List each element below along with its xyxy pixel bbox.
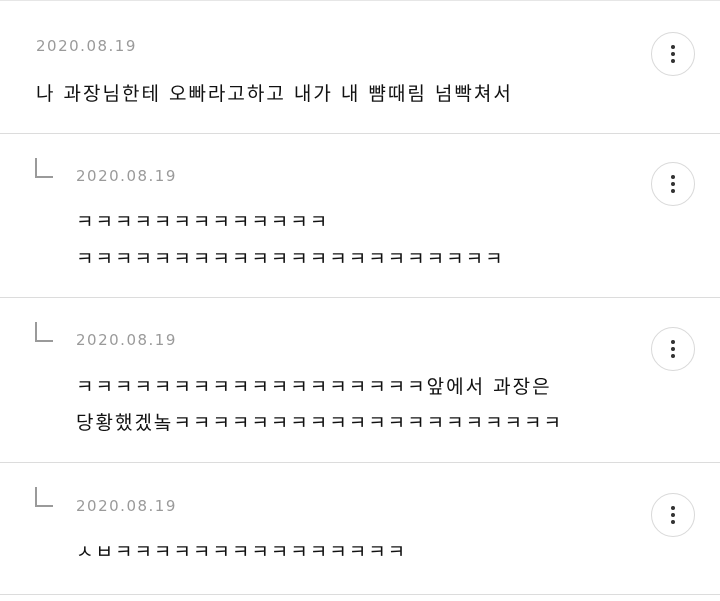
- more-options-button[interactable]: [651, 493, 695, 537]
- more-options-button[interactable]: [651, 162, 695, 206]
- reply-item: 2020.08.19 ㅅㅂㅋㅋㅋㅋㅋㅋㅋㅋㅋㅋㅋㅋㅋㅋㅋ: [0, 463, 720, 595]
- comment-text-line: ㅋㅋㅋㅋㅋㅋㅋㅋㅋㅋㅋㅋㅋㅋㅋㅋㅋㅋ앞에서 과장은: [76, 376, 552, 398]
- more-options-button[interactable]: [651, 327, 695, 371]
- more-vertical-icon: [671, 45, 675, 63]
- more-vertical-icon: [671, 506, 675, 524]
- comment-date: 2020.08.19: [76, 167, 177, 185]
- reply-corner-icon: [35, 158, 53, 178]
- more-options-button[interactable]: [651, 32, 695, 76]
- comment-text-line: 당황했겠놐ㅋㅋㅋㅋㅋㅋㅋㅋㅋㅋㅋㅋㅋㅋㅋㅋㅋㅋㅋㅋ: [76, 412, 564, 434]
- reply-corner-icon: [35, 487, 53, 507]
- comment-date: 2020.08.19: [76, 331, 177, 349]
- comment-date: 2020.08.19: [36, 37, 137, 55]
- reply-item: 2020.08.19 ㅋㅋㅋㅋㅋㅋㅋㅋㅋㅋㅋㅋㅋㅋㅋㅋㅋㅋ앞에서 과장은 당황했…: [0, 298, 720, 463]
- more-vertical-icon: [671, 175, 675, 193]
- reply-item: 2020.08.19 ㅋㅋㅋㅋㅋㅋㅋㅋㅋㅋㅋㅋㅋ ㅋㅋㅋㅋㅋㅋㅋㅋㅋㅋㅋㅋㅋㅋㅋ…: [0, 134, 720, 298]
- comment-text-line: ㅅㅂㅋㅋㅋㅋㅋㅋㅋㅋㅋㅋㅋㅋㅋㅋㅋ: [76, 541, 408, 563]
- comment-date: 2020.08.19: [76, 497, 177, 515]
- comment-text-line: 나 과장님한테 오빠라고하고 내가 내 뺨때림 넘빡쳐서: [36, 83, 513, 105]
- more-vertical-icon: [671, 340, 675, 358]
- comment-item: 2020.08.19 나 과장님한테 오빠라고하고 내가 내 뺨때림 넘빡쳐서: [0, 0, 720, 134]
- comment-text-line: ㅋㅋㅋㅋㅋㅋㅋㅋㅋㅋㅋㅋㅋㅋㅋㅋㅋㅋㅋㅋㅋㅋ: [76, 248, 505, 270]
- comment-text-line: ㅋㅋㅋㅋㅋㅋㅋㅋㅋㅋㅋㅋㅋ: [76, 211, 330, 233]
- reply-corner-icon: [35, 322, 53, 342]
